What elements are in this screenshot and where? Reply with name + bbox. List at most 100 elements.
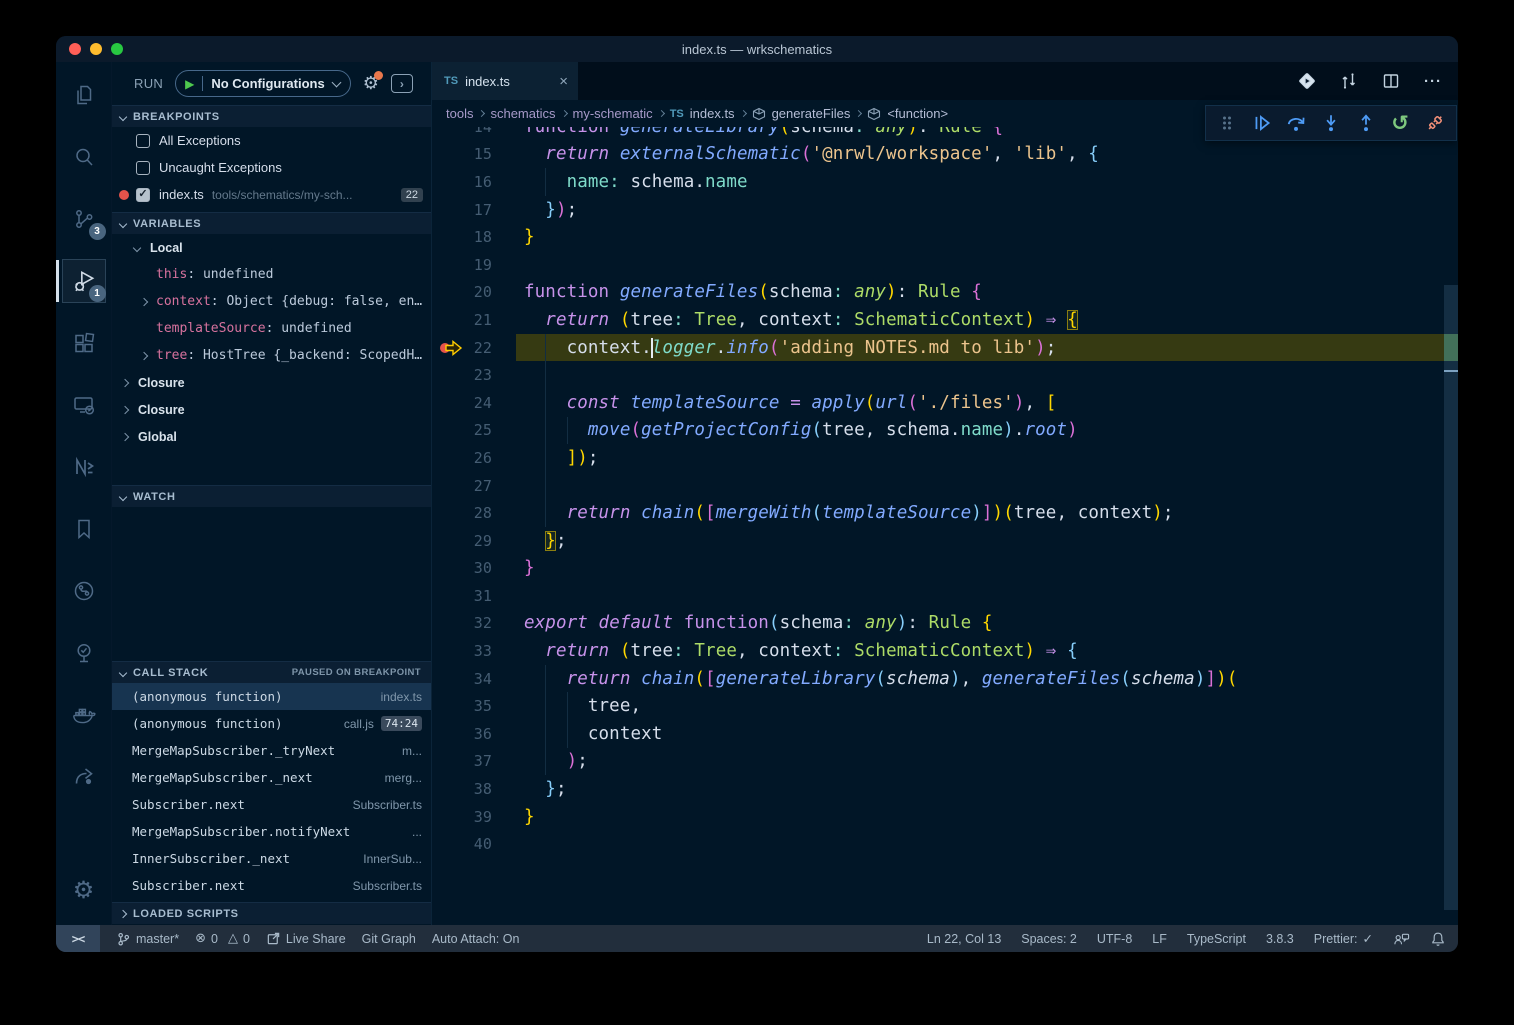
code-line[interactable]: 25 move(getProjectConfig(tree, schema.na… xyxy=(432,417,1458,445)
eol-setting[interactable]: LF xyxy=(1152,932,1167,946)
start-debug-icon[interactable]: ▶ xyxy=(185,77,194,91)
code-area[interactable]: 14function generateLibrary(schema: any):… xyxy=(432,113,1458,858)
code-line[interactable]: 40 xyxy=(432,830,1458,858)
variable-row[interactable]: this: undefined xyxy=(112,261,431,288)
branch-indicator[interactable]: master* xyxy=(116,931,179,947)
line-number[interactable]: 20 xyxy=(432,283,492,301)
variable-row[interactable]: Global xyxy=(112,423,431,450)
variable-row[interactable]: context: Object {debug: false, en… xyxy=(112,288,431,315)
close-window-button[interactable] xyxy=(69,43,81,55)
code-line[interactable]: 19 xyxy=(432,251,1458,279)
line-number[interactable]: 18 xyxy=(432,228,492,246)
code-line[interactable]: 23 xyxy=(432,361,1458,389)
line-number[interactable]: 34 xyxy=(432,670,492,688)
call-stack-frame[interactable]: (anonymous function)index.ts xyxy=(112,683,431,710)
code-line[interactable]: 18} xyxy=(432,223,1458,251)
activity-docker[interactable] xyxy=(60,684,108,746)
minimize-window-button[interactable] xyxy=(90,43,102,55)
code-line[interactable]: 29 }; xyxy=(432,527,1458,555)
breadcrumb-function[interactable]: <function> xyxy=(887,106,948,121)
line-number[interactable]: 17 xyxy=(432,201,492,219)
step-out-button[interactable] xyxy=(1351,108,1381,138)
cursor-position[interactable]: Ln 22, Col 13 xyxy=(927,932,1001,946)
activity-git-graph[interactable] xyxy=(60,560,108,622)
breakpoints-header[interactable]: BREAKPOINTS xyxy=(112,105,431,127)
toolbar-drag-grip[interactable] xyxy=(1212,108,1242,138)
remote-indicator[interactable]: >< xyxy=(56,925,100,952)
watch-header[interactable]: WATCH xyxy=(112,485,431,507)
breadcrumb-index-ts[interactable]: index.ts xyxy=(690,106,735,121)
breakpoint-row[interactable]: ✓index.tstools/schematics/my-sch...22 xyxy=(112,181,431,208)
code-line[interactable]: 36 context xyxy=(432,720,1458,748)
loaded-scripts-header[interactable]: LOADED SCRIPTS xyxy=(112,902,431,924)
line-number[interactable]: 31 xyxy=(432,587,492,605)
continue-button[interactable] xyxy=(1247,108,1277,138)
line-number[interactable]: 38 xyxy=(432,780,492,798)
activity-live-share[interactable] xyxy=(60,746,108,808)
call-stack-frame[interactable]: (anonymous function)call.js74:24 xyxy=(112,710,431,737)
line-number[interactable]: 25 xyxy=(432,421,492,439)
code-line[interactable]: 30} xyxy=(432,555,1458,583)
close-tab-icon[interactable]: × xyxy=(559,73,568,90)
code-line[interactable]: 16 name: schema.name xyxy=(432,168,1458,196)
git-graph-button[interactable]: Git Graph xyxy=(362,932,416,946)
launch-configuration-dropdown[interactable]: ▶ No Configurations xyxy=(175,70,351,97)
debug-console-icon[interactable]: › xyxy=(391,74,413,93)
code-line[interactable]: 22 context.logger.info('adding NOTES.md … xyxy=(432,334,1458,362)
code-line[interactable]: 37 ); xyxy=(432,748,1458,776)
code-line[interactable]: 26 ]); xyxy=(432,444,1458,472)
variables-header[interactable]: VARIABLES xyxy=(112,212,431,234)
line-number[interactable]: 37 xyxy=(432,752,492,770)
auto-attach-toggle[interactable]: Auto Attach: On xyxy=(432,932,520,946)
disconnect-button[interactable] xyxy=(1420,108,1450,138)
activity-extensions[interactable] xyxy=(60,312,108,374)
line-number[interactable]: 33 xyxy=(432,642,492,660)
code-line[interactable]: 31 xyxy=(432,582,1458,610)
call-stack-frame[interactable]: MergeMapSubscriber._tryNextm... xyxy=(112,737,431,764)
breadcrumb-my-schematic[interactable]: my-schematic xyxy=(573,106,653,121)
language-mode[interactable]: TypeScript xyxy=(1187,932,1246,946)
call-stack-frame[interactable]: Subscriber.nextSubscriber.ts xyxy=(112,791,431,818)
typescript-version[interactable]: 3.8.3 xyxy=(1266,932,1294,946)
activity-bookmarks[interactable] xyxy=(60,498,108,560)
code-line[interactable]: 34 return chain([generateLibrary(schema)… xyxy=(432,665,1458,693)
configure-gear-icon[interactable]: ⚙ xyxy=(363,73,379,94)
line-number[interactable]: 30 xyxy=(432,559,492,577)
indentation-setting[interactable]: Spaces: 2 xyxy=(1021,932,1077,946)
line-number[interactable]: 16 xyxy=(432,173,492,191)
line-number[interactable]: 35 xyxy=(432,697,492,715)
restart-button[interactable]: ↺ xyxy=(1385,108,1415,138)
code-line[interactable]: 38 }; xyxy=(432,775,1458,803)
call-stack-frame[interactable]: InnerSubscriber._nextInnerSub... xyxy=(112,845,431,872)
breakpoint-checkbox[interactable] xyxy=(136,134,150,148)
editor-scrollbar[interactable] xyxy=(1444,62,1458,925)
code-line[interactable]: 35 tree, xyxy=(432,692,1458,720)
breakpoint-row[interactable]: Uncaught Exceptions xyxy=(112,154,431,181)
line-number[interactable]: 26 xyxy=(432,449,492,467)
compare-changes-icon[interactable] xyxy=(1340,72,1358,90)
zoom-window-button[interactable] xyxy=(111,43,123,55)
activity-source-control[interactable]: 3 xyxy=(60,188,108,250)
scrollbar-thumb[interactable] xyxy=(1444,285,1458,910)
code-line[interactable]: 20function generateFiles(schema: any): R… xyxy=(432,279,1458,307)
live-share-button[interactable]: Live Share xyxy=(266,931,346,946)
code-line[interactable]: 32export default function(schema: any): … xyxy=(432,610,1458,638)
activity-remote-explorer[interactable] xyxy=(60,374,108,436)
activity-search[interactable] xyxy=(60,126,108,188)
activity-test-explorer[interactable] xyxy=(60,622,108,684)
paused-breakpoint-icon[interactable] xyxy=(440,339,466,357)
step-over-button[interactable] xyxy=(1281,108,1311,138)
call-stack-header[interactable]: CALL STACK PAUSED ON BREAKPOINT xyxy=(112,661,431,683)
code-line[interactable]: 39} xyxy=(432,803,1458,831)
breakpoint-checkbox[interactable] xyxy=(136,161,150,175)
step-into-button[interactable] xyxy=(1316,108,1346,138)
line-number[interactable]: 19 xyxy=(432,256,492,274)
split-editor-icon[interactable] xyxy=(1382,72,1400,90)
breakpoint-row[interactable]: All Exceptions xyxy=(112,127,431,154)
activity-nx-console[interactable] xyxy=(60,436,108,498)
breadcrumb-tools[interactable]: tools xyxy=(446,106,473,121)
code-line[interactable]: 15 return externalSchematic('@nrwl/works… xyxy=(432,141,1458,169)
variable-row[interactable]: templateSource: undefined xyxy=(112,315,431,342)
breakpoint-checkbox[interactable]: ✓ xyxy=(136,188,150,202)
call-stack-frame[interactable]: MergeMapSubscriber._nextmerg... xyxy=(112,764,431,791)
